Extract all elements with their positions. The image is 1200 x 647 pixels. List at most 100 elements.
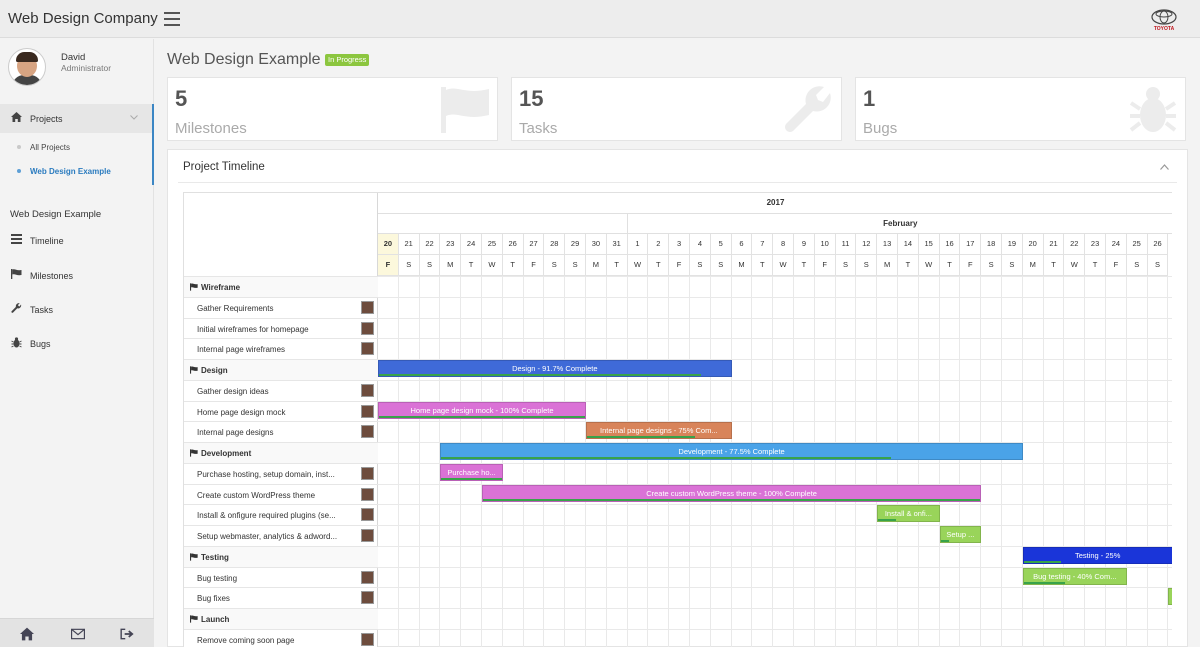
progress-indicator bbox=[441, 477, 502, 480]
gantt-bar[interactable]: Development - 77.5% Complete bbox=[440, 443, 1023, 460]
assignee-avatar bbox=[361, 508, 374, 522]
timeline-day: 24 bbox=[1106, 234, 1127, 255]
grid-line bbox=[378, 379, 1172, 381]
assignee-avatar bbox=[361, 404, 374, 418]
timeline-grid: 2017 February 20 F 21 S 22 S 23 M 24 T 25 W 26 T 27 F 28… bbox=[378, 193, 1172, 647]
gantt-bar-label: Create custom WordPress theme - 100% Com… bbox=[646, 488, 817, 498]
milestone-row[interactable]: Testing bbox=[184, 545, 378, 567]
grid-line bbox=[709, 276, 711, 647]
progress-indicator bbox=[379, 374, 702, 376]
milestone-row[interactable]: Wireframe bbox=[184, 276, 378, 297]
task-row[interactable]: Install & onfigure required plugins (se.… bbox=[184, 504, 378, 525]
task-row[interactable]: Bug testing bbox=[184, 566, 378, 588]
user-profile[interactable]: David Administrator bbox=[8, 48, 148, 88]
gantt-bar[interactable]: Internal page designs - 75% Com... bbox=[586, 422, 732, 440]
grid-line bbox=[481, 276, 482, 647]
timeline-weekday: F bbox=[960, 255, 982, 276]
timeline-weekday: S bbox=[565, 255, 586, 276]
task-row[interactable]: Bug fixes bbox=[184, 587, 378, 608]
gantt-bar[interactable]: Create custom WordPress theme - 100% Com… bbox=[482, 484, 982, 502]
grid-line bbox=[378, 296, 1172, 298]
grid-line bbox=[605, 276, 607, 647]
timeline-weekday: S bbox=[710, 255, 732, 276]
sidebar-item-tasks[interactable]: Tasks bbox=[0, 298, 154, 322]
progress-indicator bbox=[587, 436, 695, 439]
brand-name[interactable]: Web Design Company bbox=[8, 10, 158, 27]
timeline-weekday: S bbox=[1126, 255, 1148, 276]
mail-icon[interactable] bbox=[71, 627, 85, 641]
gantt-bar[interactable]: Setup ... bbox=[939, 526, 982, 543]
sidebar-item-timeline[interactable]: Timeline bbox=[0, 229, 154, 253]
assignee-avatar bbox=[361, 425, 374, 439]
gantt-bar[interactable] bbox=[1168, 588, 1172, 606]
flag-icon bbox=[190, 366, 198, 374]
grid-line bbox=[1105, 276, 1106, 647]
task-row[interactable]: Gather Requirements bbox=[184, 296, 378, 318]
gantt-bar[interactable]: Home page design mock - 100% Complete bbox=[378, 401, 586, 419]
gantt-bar[interactable]: Purchase ho... bbox=[440, 463, 503, 481]
chevron-up-icon[interactable] bbox=[1160, 164, 1169, 170]
task-row[interactable]: Remove coming soon page bbox=[184, 628, 378, 647]
timeline-day: 8 bbox=[773, 234, 794, 255]
task-row[interactable]: Create custom WordPress theme bbox=[184, 483, 378, 505]
timeline-weekday: M bbox=[731, 255, 753, 276]
timeline-weekday: S bbox=[419, 255, 441, 276]
timeline-day: 4 bbox=[690, 234, 711, 255]
sidebar-item-milestones[interactable]: Milestones bbox=[0, 264, 154, 288]
task-row[interactable]: Initial wireframes for homepage bbox=[184, 317, 378, 339]
gantt-bar-label: Setup ... bbox=[946, 530, 975, 539]
timeline-day: 21 bbox=[398, 234, 420, 255]
timeline-weekday: F bbox=[378, 255, 399, 276]
task-row[interactable]: Internal page designs bbox=[184, 421, 378, 442]
sidebar-item-label: Milestones bbox=[30, 271, 74, 281]
gantt-bar[interactable]: Bug testing - 40% Com... bbox=[1022, 567, 1127, 585]
timeline-day: 15 bbox=[918, 234, 940, 255]
sidebar-item-projects[interactable]: Projects bbox=[0, 104, 154, 133]
grid-line bbox=[689, 276, 690, 647]
grid-line bbox=[647, 276, 649, 647]
timeline-icon bbox=[11, 234, 22, 244]
milestone-row[interactable]: Development bbox=[184, 442, 378, 463]
timeline-weekday: T bbox=[752, 255, 774, 276]
timeline-day: 17 bbox=[960, 234, 982, 255]
projects-submenu: All Projects Web Design Example bbox=[0, 133, 154, 185]
sidebar-item-bugs[interactable]: Bugs bbox=[0, 332, 154, 356]
task-name: Bug testing bbox=[197, 573, 238, 583]
logout-icon[interactable] bbox=[120, 627, 134, 641]
task-name: Create custom WordPress theme bbox=[197, 490, 316, 500]
sidebar-item-web-design-example[interactable]: Web Design Example bbox=[30, 167, 111, 176]
grid-line bbox=[855, 276, 857, 647]
stat-card-tasks[interactable]: 15 Tasks bbox=[511, 77, 842, 141]
task-row[interactable]: Purchase hosting, setup domain, inst... bbox=[184, 462, 378, 484]
sidebar-item-all-projects[interactable]: All Projects bbox=[30, 143, 70, 152]
gantt-bar[interactable]: Install & onfi... bbox=[877, 505, 940, 523]
task-row[interactable]: Setup webmaster, analytics & adword... bbox=[184, 525, 378, 546]
milestone-row[interactable]: Launch bbox=[184, 608, 378, 629]
timeline-weekday: T bbox=[1043, 255, 1065, 276]
stat-card-bugs[interactable]: 1 Bugs bbox=[855, 77, 1186, 141]
task-row[interactable]: Gather design ideas bbox=[184, 379, 378, 401]
menu-toggle-icon[interactable] bbox=[164, 12, 180, 26]
home-icon bbox=[11, 112, 22, 122]
gantt-bar[interactable]: Design - 91.7% Complete bbox=[378, 360, 732, 377]
home-icon[interactable] bbox=[20, 627, 34, 641]
task-row[interactable]: Internal page wireframes bbox=[184, 338, 378, 359]
grid-line bbox=[378, 276, 1172, 277]
task-name: Install & onfigure required plugins (se.… bbox=[197, 511, 336, 521]
stat-card-milestones[interactable]: 5 Milestones bbox=[167, 77, 498, 141]
progress-indicator bbox=[441, 457, 892, 459]
timeline-day: 23 bbox=[1085, 234, 1106, 255]
task-row[interactable]: Home page design mock bbox=[184, 400, 378, 422]
gantt-bar[interactable]: Testing - 25% bbox=[1022, 546, 1172, 564]
grid-line bbox=[793, 276, 794, 647]
timeline-day: 22 bbox=[419, 234, 441, 255]
grid-line bbox=[917, 276, 919, 647]
gantt-bar-label: Purchase ho... bbox=[447, 467, 496, 477]
task-name: Testing bbox=[201, 552, 229, 562]
gantt-bar-label: Internal page designs - 75% Com... bbox=[600, 426, 718, 436]
task-name: Home page design mock bbox=[197, 407, 286, 417]
toyota-logo-icon bbox=[1151, 9, 1177, 25]
assignee-avatar bbox=[361, 342, 374, 356]
milestone-row[interactable]: Design bbox=[184, 359, 378, 380]
gantt-bar-label: Install & onfi... bbox=[884, 509, 932, 519]
